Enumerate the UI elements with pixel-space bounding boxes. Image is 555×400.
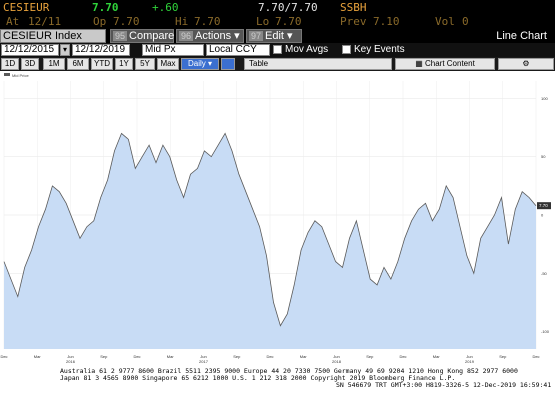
chart-content-button[interactable]: ▦ Chart Content	[395, 58, 495, 70]
field-selector[interactable]: Mid Px	[142, 44, 204, 56]
edit-menu[interactable]: 97 Edit ▾	[246, 29, 302, 43]
chart-type-title: Line Chart	[496, 30, 547, 42]
last-value-marker: 7.70	[537, 202, 551, 210]
x-tick-label: Dec	[266, 354, 273, 359]
volume-value: 0	[462, 15, 469, 28]
prev-label: Prev	[340, 15, 367, 28]
y-tick-label: 100	[541, 96, 548, 101]
y-tick-label: -50	[541, 271, 548, 276]
actions-number: 96	[179, 31, 194, 41]
period-5y[interactable]: 5Y	[135, 58, 155, 70]
key-events-checkbox[interactable]	[342, 45, 351, 54]
period-1d[interactable]: 1D	[1, 58, 19, 70]
edit-number: 97	[249, 31, 264, 41]
x-tick-label: Sep	[499, 354, 507, 359]
x-tick-label: Dec	[399, 354, 406, 359]
compare-number: 95	[113, 31, 128, 41]
quote-header: CESIEUR 7.70 +.60 7.70/7.70 SSBH	[0, 0, 555, 15]
gear-icon: ⚙	[522, 59, 530, 68]
y-tick-label: -100	[541, 329, 550, 334]
low-label: Lo	[256, 15, 270, 28]
footer: Australia 61 2 9777 8600 Brazil 5511 239…	[0, 364, 555, 400]
chart-style-button[interactable]	[221, 58, 235, 70]
x-tick-label: Mar	[167, 354, 175, 359]
period-max[interactable]: Max	[157, 58, 179, 70]
legend-swatch	[4, 73, 10, 76]
low-value: 7.70	[275, 15, 302, 28]
legend-label: Mid Price	[12, 73, 29, 78]
chart-area: 100 50 0 -50 -100 Dec Mar Jun Sep Dec Mar Jun Sep De…	[0, 71, 555, 364]
prev-value: 7.10	[373, 15, 400, 28]
compare-label: Compare	[129, 30, 175, 42]
x-tick-label: Sep	[233, 354, 241, 359]
chart-content-label: Chart Content	[424, 59, 475, 68]
quote-stats: At 12/11 Op 7.70 Hi 7.70 Lo 7.70 Prev 7.…	[0, 14, 555, 29]
compare-menu[interactable]: 95 Compare	[110, 29, 174, 43]
footer-session: SN 546679 TRT GMT+3:00 H819-3326-5 12-De…	[336, 381, 552, 389]
x-tick-label: Sep	[366, 354, 374, 359]
start-date-field[interactable]: 12/12/2015	[1, 44, 59, 56]
end-date-field[interactable]: 12/12/2019	[72, 44, 130, 56]
price-chart: 100500-50-100 Dec Mar Jun Sep Dec Mar Jun Sep De…	[0, 73, 551, 364]
chart-content-icon: ▦	[415, 59, 425, 68]
period-1y[interactable]: 1Y	[115, 58, 133, 70]
period-6m[interactable]: 6M	[67, 58, 89, 70]
frequency-dropdown[interactable]: Daily ▾	[181, 58, 219, 70]
period-3d[interactable]: 3D	[21, 58, 39, 70]
menu-bar: CESIEUR Index 95 Compare 96 Actions ▾ 97 Ed…	[0, 29, 555, 43]
open-label: Op	[93, 15, 107, 28]
security-label: CESIEUR Index	[3, 30, 82, 42]
period-bar: 1D 3D 1M 6M YTD 1Y 5Y Max Daily ▾ Table …	[0, 57, 555, 71]
pricing-source: SSBH	[340, 1, 367, 14]
chart-toolbar: 12/12/2015 ▾ 12/12/2019 Mid Px Local CCY…	[0, 43, 555, 57]
last-price: 7.70	[92, 1, 119, 14]
x-tick-label: Dec	[0, 354, 7, 359]
period-1m[interactable]: 1M	[43, 58, 65, 70]
x-tick-label: Sep	[100, 354, 108, 359]
x-tick-label: Dec	[133, 354, 140, 359]
volume-label: Vol	[435, 15, 455, 28]
x-tick-label: Mar	[34, 354, 42, 359]
at-label: At	[6, 15, 20, 28]
high-label: Hi	[175, 15, 189, 28]
x-tick-label: Mar	[433, 354, 441, 359]
table-button[interactable]: Table	[244, 58, 392, 70]
actions-label: Actions ▾	[195, 30, 240, 42]
period-ytd[interactable]: YTD	[91, 58, 113, 70]
y-axis: 100 50 0 -50 -100	[541, 96, 550, 334]
x-axis: Dec Mar Jun Sep Dec Mar Jun Sep Dec Mar Jun Sep Dec M…	[0, 354, 539, 364]
x-tick-label: Mar	[300, 354, 308, 359]
edit-label: Edit ▾	[265, 30, 293, 42]
last-value-label: 7.70	[539, 203, 548, 208]
mov-avgs-checkbox[interactable]	[273, 45, 282, 54]
mov-avgs-label: Mov Avgs	[285, 44, 329, 55]
open-value: 7.70	[113, 15, 140, 28]
security-field[interactable]: CESIEUR Index	[0, 29, 106, 43]
date-range-dropdown[interactable]: ▾	[60, 44, 70, 56]
high-value: 7.70	[194, 15, 221, 28]
x-tick-label: Dec	[532, 354, 539, 359]
bid-ask: 7.70/7.70	[258, 1, 318, 14]
y-tick-label: 0	[541, 213, 544, 218]
y-tick-label: 50	[541, 154, 546, 159]
settings-button[interactable]: ⚙	[498, 58, 554, 70]
at-value: 12/11	[28, 15, 62, 28]
actions-menu[interactable]: 96 Actions ▾	[176, 29, 244, 43]
price-change: +.60	[152, 1, 179, 14]
ticker: CESIEUR	[3, 1, 50, 14]
chart-legend: Mid Price	[4, 73, 29, 78]
currency-selector[interactable]: Local CCY	[206, 44, 270, 56]
key-events-label: Key Events	[354, 44, 405, 55]
